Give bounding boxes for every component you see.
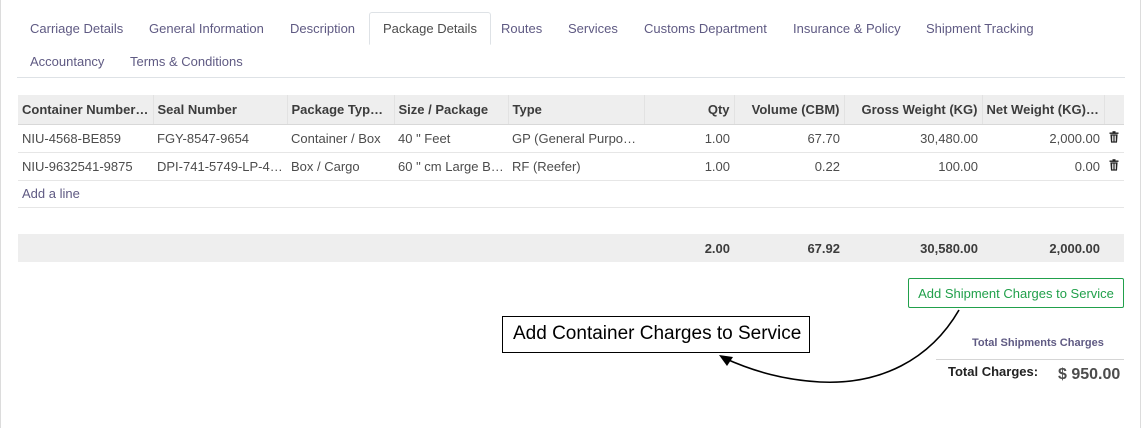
- cell-gross-weight[interactable]: 30,480.00: [844, 124, 982, 153]
- cell-qty[interactable]: 1.00: [644, 152, 734, 181]
- total-volume: 67.92: [734, 234, 844, 262]
- column-header-gross-weight[interactable]: Gross Weight (KG): [844, 95, 983, 125]
- tab-package-details[interactable]: Package Details: [369, 12, 491, 45]
- total-qty: 2.00: [644, 234, 734, 262]
- tab-accountancy[interactable]: Accountancy: [17, 45, 117, 78]
- add-line-row: Add a line: [18, 180, 1124, 208]
- column-header-seal-number[interactable]: Seal Number: [153, 95, 288, 125]
- total-charges-label: Total Charges:: [948, 364, 1039, 379]
- cell-size-package[interactable]: 60 " cm Large Box: [394, 152, 508, 181]
- column-header-volume[interactable]: Volume (CBM): [734, 95, 845, 125]
- delete-row-button[interactable]: [1104, 124, 1124, 153]
- tab-terms-conditions[interactable]: Terms & Conditions: [117, 45, 256, 78]
- tab-shipment-tracking[interactable]: Shipment Tracking: [913, 12, 1047, 45]
- tab-customs-department[interactable]: Customs Department: [631, 12, 780, 45]
- add-line-link[interactable]: Add a line: [22, 186, 80, 201]
- cell-qty[interactable]: 1.00: [644, 124, 734, 153]
- tab-description[interactable]: Description: [277, 12, 368, 45]
- total-net-weight: 2,000.00: [982, 234, 1104, 262]
- total-shipments-charges-link[interactable]: Total Shipments Charges: [972, 337, 1104, 349]
- totals-actions-cell: [1104, 234, 1124, 262]
- total-charges-value: $ 950.00: [1058, 366, 1121, 383]
- add-shipment-charges-button[interactable]: Add Shipment Charges to Service: [908, 278, 1124, 308]
- table-header-row: Container Number… Seal Number Package Ty…: [18, 95, 1124, 125]
- cell-container-number[interactable]: NIU-4568-BE859: [18, 124, 153, 153]
- spacer-row: [18, 207, 1124, 234]
- cell-size-package[interactable]: 40 " Feet: [394, 124, 508, 153]
- totals-label-cell: [18, 234, 644, 262]
- tab-carriage-details[interactable]: Carriage Details: [17, 12, 136, 45]
- table-row[interactable]: NIU-9632541-9875 DPI-741-5749-LP-4… Box …: [18, 152, 1124, 181]
- cell-volume[interactable]: 67.70: [734, 124, 844, 153]
- package-details-table: Container Number… Seal Number Package Ty…: [18, 95, 1124, 262]
- notebook-tabs: Carriage Details General Information Des…: [17, 12, 1125, 78]
- tab-routes[interactable]: Routes: [488, 12, 555, 45]
- table-row[interactable]: NIU-4568-BE859 FGY-8547-9654 Container /…: [18, 124, 1124, 153]
- trash-icon[interactable]: [1109, 130, 1119, 143]
- summary-divider: [936, 359, 1124, 360]
- column-header-actions: [1104, 95, 1124, 125]
- column-header-package-type[interactable]: Package Type…: [287, 95, 395, 125]
- cell-net-weight[interactable]: 0.00: [982, 152, 1104, 181]
- delete-row-button[interactable]: [1104, 152, 1124, 181]
- cell-package-type[interactable]: Box / Cargo: [287, 152, 394, 181]
- cell-container-number[interactable]: NIU-9632541-9875: [18, 152, 153, 181]
- cell-package-type[interactable]: Container / Box: [287, 124, 394, 153]
- tab-insurance-policy[interactable]: Insurance & Policy: [780, 12, 914, 45]
- column-header-qty[interactable]: Qty: [644, 95, 735, 125]
- totals-row: 2.00 67.92 30,580.00 2,000.00: [18, 234, 1124, 262]
- total-gross-weight: 30,580.00: [844, 234, 982, 262]
- tab-general-information[interactable]: General Information: [136, 12, 277, 45]
- cell-type[interactable]: RF (Reefer): [508, 152, 644, 181]
- column-header-type[interactable]: Type: [508, 95, 645, 125]
- trash-icon[interactable]: [1109, 158, 1119, 171]
- cell-type[interactable]: GP (General Purpo…: [508, 124, 644, 153]
- tab-services[interactable]: Services: [555, 12, 631, 45]
- cell-net-weight[interactable]: 2,000.00: [982, 124, 1104, 153]
- column-header-container-number[interactable]: Container Number…: [18, 95, 154, 125]
- cell-seal-number[interactable]: DPI-741-5749-LP-4…: [153, 152, 287, 181]
- cell-volume[interactable]: 0.22: [734, 152, 844, 181]
- column-header-net-weight[interactable]: Net Weight (KG)…: [982, 95, 1105, 125]
- column-header-size-package[interactable]: Size / Package: [394, 95, 509, 125]
- annotation-callout: Add Container Charges to Service: [502, 316, 810, 353]
- cell-seal-number[interactable]: FGY-8547-9654: [153, 124, 287, 153]
- cell-gross-weight[interactable]: 100.00: [844, 152, 982, 181]
